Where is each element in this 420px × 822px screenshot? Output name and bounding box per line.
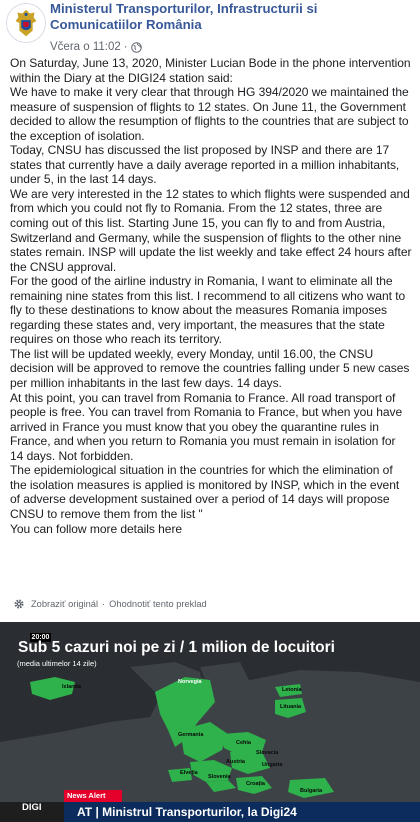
post-paragraph: You can follow more details here xyxy=(10,521,183,536)
video-headline: Sub 5 cazuri noi pe zi / 1 milion de loc… xyxy=(18,639,335,656)
country-label: Letonia xyxy=(282,687,302,693)
channel-logo: DIGI xyxy=(22,802,42,813)
country-label: Slovacia xyxy=(256,750,279,756)
country-label: Ungaria xyxy=(262,762,283,768)
post-paragraph: On Saturday, June 13, 2020, Minister Luc… xyxy=(10,56,411,85)
country-label: Islanda xyxy=(62,684,81,690)
page-name-link[interactable]: Ministerul Transporturilor, Infrastructu… xyxy=(50,1,405,33)
globe-icon xyxy=(130,41,142,53)
rate-translation-link[interactable]: Ohodnotiť tento preklad xyxy=(109,599,207,609)
post-body: On Saturday, June 13, 2020, Minister Luc… xyxy=(10,56,412,536)
country-label: Germania xyxy=(178,732,204,738)
post-paragraph: For the good of the airline industry in … xyxy=(10,274,406,347)
translation-separator: · xyxy=(102,599,106,609)
post-meta: Včera o 11:02 · xyxy=(50,40,142,54)
post-paragraph: Today, CNSU has discussed the list propo… xyxy=(10,143,400,187)
post-paragraph: The list will be updated weekly, every M… xyxy=(10,346,410,391)
show-original-link[interactable]: Zobraziť originál xyxy=(31,599,98,609)
meta-separator: · xyxy=(123,41,128,53)
post-timestamp[interactable]: Včera o 11:02 xyxy=(50,40,121,54)
gear-icon xyxy=(13,598,25,610)
country-label: Croația xyxy=(246,781,265,787)
country-label: Bulgaria xyxy=(300,788,323,794)
country-label: Elveția xyxy=(180,770,198,776)
post-paragraph: The epidemiological situation in the cou… xyxy=(10,463,400,521)
coat-of-arms-icon xyxy=(7,4,45,42)
news-alert-badge: News Alert xyxy=(64,790,122,802)
country-label: Austria xyxy=(226,759,245,765)
post-paragraph: We are very interested in the 12 states … xyxy=(10,186,412,274)
post-paragraph: At this point, you can travel from Roman… xyxy=(10,390,403,463)
country-label: Lituania xyxy=(280,704,302,710)
news-ticker: AT | Ministrul Transporturilor, la Digi2… xyxy=(64,802,420,822)
page-avatar[interactable] xyxy=(6,3,46,43)
video-subhead: (media ultimelor 14 zile) xyxy=(17,659,97,668)
country-label: Slovenia xyxy=(208,774,231,780)
post-paragraph: We have to make it very clear that throu… xyxy=(10,85,409,143)
country-label: Norvegia xyxy=(178,679,202,685)
video-thumbnail[interactable]: 20:00 Sub 5 cazuri noi pe zi / 1 milion … xyxy=(0,622,420,822)
translation-bar: Zobraziť originál · Ohodnotiť tento prek… xyxy=(13,597,207,611)
post-header: Ministerul Transporturilor, Infrastructu… xyxy=(0,0,420,62)
country-label: Cehia xyxy=(236,740,251,746)
